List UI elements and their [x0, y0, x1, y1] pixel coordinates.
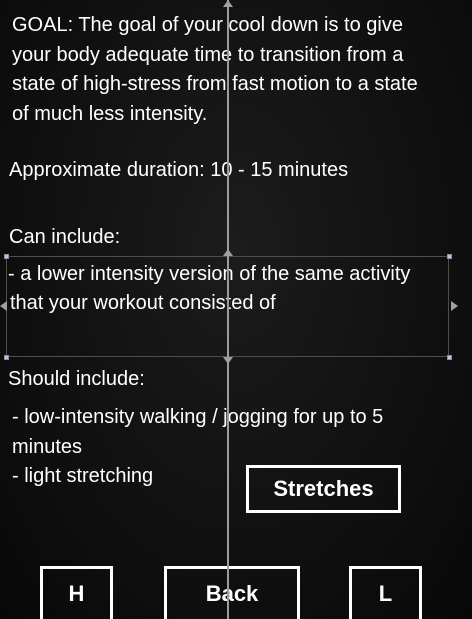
goal-line: your body adequate time to transition fr…	[12, 43, 404, 66]
can-include-line: that your workout consisted of	[10, 292, 276, 314]
can-include-line: - a lower intensity version of the same …	[8, 263, 411, 285]
resize-handle-bottom-right[interactable]	[447, 355, 452, 360]
goal-text: GOAL: The goal of your cool down is to g…	[12, 11, 418, 129]
resize-handle-top-left[interactable]	[4, 254, 9, 259]
can-include-heading: Can include:	[9, 226, 121, 248]
l-button[interactable]: L	[349, 566, 422, 619]
should-include-line: - low-intensity walking / jogging for up…	[12, 406, 384, 428]
guide-arrow-up-icon	[223, 249, 233, 256]
should-include-line: minutes	[12, 435, 83, 458]
guide-arrow-left-icon	[0, 301, 7, 311]
stretches-button[interactable]: Stretches	[246, 465, 401, 513]
guide-arrow-right-icon	[451, 301, 458, 311]
h-button[interactable]: H	[40, 566, 113, 619]
should-include-heading: Should include:	[8, 368, 145, 390]
resize-handle-bottom-left[interactable]	[4, 355, 9, 360]
resize-handle-top-right[interactable]	[447, 254, 452, 259]
goal-line: state of high-stress from fast motion to…	[12, 73, 418, 95]
back-button[interactable]: Back	[164, 566, 300, 619]
vertical-alignment-guide	[227, 0, 229, 619]
goal-line: GOAL: The goal of your cool down is to g…	[12, 14, 403, 36]
guide-arrow-up-icon	[223, 0, 233, 7]
duration-text: Approximate duration: 10 - 15 minutes	[9, 159, 349, 181]
goal-line: of much less intensity.	[12, 102, 208, 125]
guide-arrow-down-icon	[223, 357, 233, 364]
